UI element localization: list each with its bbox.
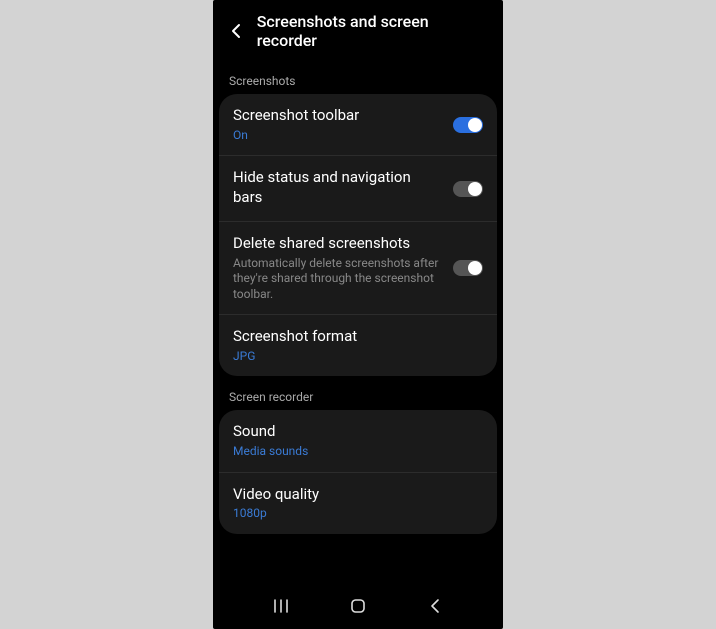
row-text: Delete shared screenshots Automatically …	[233, 234, 443, 302]
chevron-left-icon	[231, 23, 241, 39]
nav-back-button[interactable]	[415, 591, 455, 621]
row-title: Video quality	[233, 485, 483, 505]
row-text: Video quality 1080p	[233, 485, 483, 522]
section-label-screenshots: Screenshots	[213, 60, 503, 94]
nav-recent-button[interactable]	[261, 591, 301, 621]
row-text: Screenshot format JPG	[233, 327, 483, 364]
row-text: Screenshot toolbar On	[233, 106, 443, 143]
row-screenshot-toolbar[interactable]: Screenshot toolbar On	[219, 94, 497, 155]
back-button[interactable]	[227, 22, 245, 40]
row-text: Sound Media sounds	[233, 422, 483, 459]
app-header: Screenshots and screen recorder	[213, 0, 503, 60]
phone-screen: Screenshots and screen recorder Screensh…	[213, 0, 503, 629]
page-title: Screenshots and screen recorder	[257, 12, 489, 50]
row-sound[interactable]: Sound Media sounds	[219, 410, 497, 471]
row-title: Delete shared screenshots	[233, 234, 443, 254]
row-title: Sound	[233, 422, 483, 442]
toggle-delete-shared[interactable]	[453, 260, 483, 276]
row-value: Media sounds	[233, 444, 483, 460]
row-delete-shared[interactable]: Delete shared screenshots Automatically …	[219, 221, 497, 314]
row-screenshot-format[interactable]: Screenshot format JPG	[219, 314, 497, 376]
row-status: On	[233, 128, 443, 144]
screenshots-card: Screenshot toolbar On Hide status and na…	[219, 94, 497, 376]
row-title: Hide status and navigation bars	[233, 168, 443, 207]
section-label-recorder: Screen recorder	[213, 376, 503, 410]
chevron-left-icon	[430, 598, 440, 614]
toggle-hide-bars[interactable]	[453, 181, 483, 197]
row-title: Screenshot format	[233, 327, 483, 347]
recorder-card: Sound Media sounds Video quality 1080p	[219, 410, 497, 533]
navigation-bar	[213, 589, 503, 629]
nav-home-button[interactable]	[338, 591, 378, 621]
row-text: Hide status and navigation bars	[233, 168, 443, 209]
row-title: Screenshot toolbar	[233, 106, 443, 126]
row-description: Automatically delete screenshots after t…	[233, 256, 443, 303]
row-video-quality[interactable]: Video quality 1080p	[219, 472, 497, 534]
row-value: 1080p	[233, 506, 483, 522]
recent-apps-icon	[272, 599, 290, 613]
row-value: JPG	[233, 349, 483, 365]
row-hide-bars[interactable]: Hide status and navigation bars	[219, 155, 497, 221]
home-icon	[350, 598, 366, 614]
toggle-screenshot-toolbar[interactable]	[453, 117, 483, 133]
